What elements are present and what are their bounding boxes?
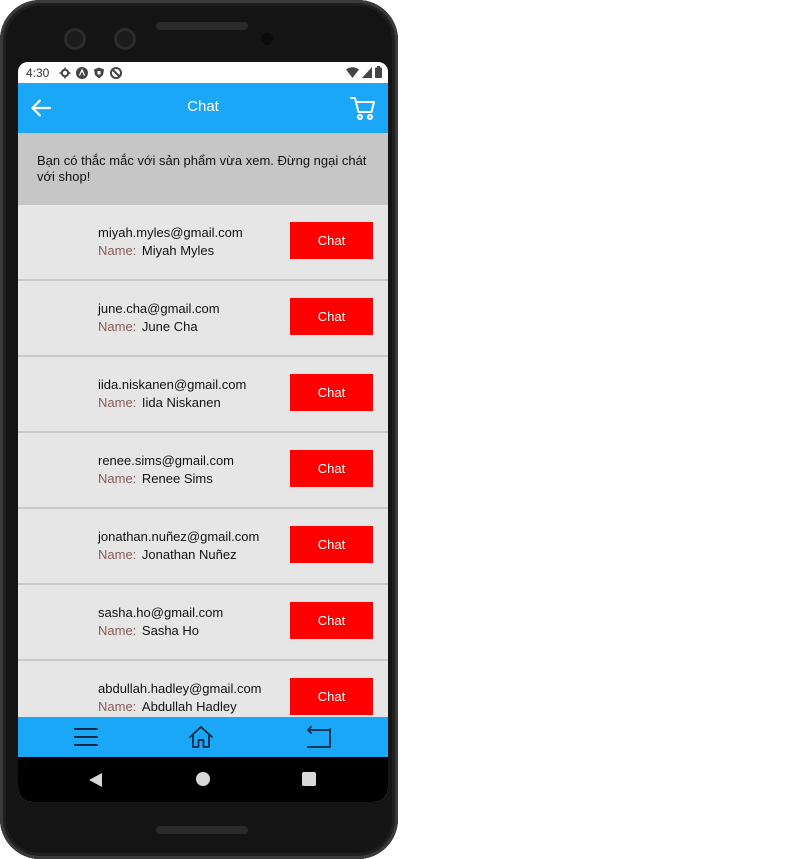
chat-button[interactable]: Chat <box>290 602 373 639</box>
notification-blocked-icon <box>110 66 123 79</box>
contact-name: Miyah Myles <box>141 243 215 258</box>
list-item: abdullah.hadley@gmail.com Name: Abdullah… <box>18 661 388 717</box>
wifi-icon <box>346 66 359 78</box>
name-label: Name: <box>98 471 137 486</box>
status-bar: 4:30 <box>18 62 388 83</box>
contact-email: iida.niskanen@gmail.com <box>98 377 247 392</box>
phone-frame: 4:30 Chat Bạn có thắc mắc với sản phẩm v… <box>0 0 398 859</box>
status-time: 4:30 <box>26 65 50 80</box>
contact-email: renee.sims@gmail.com <box>98 453 235 468</box>
contact-name: Renee Sims <box>141 471 213 486</box>
notification-shield-icon <box>94 67 105 78</box>
nav-home-icon[interactable] <box>196 772 210 786</box>
home-icon[interactable] <box>188 725 214 749</box>
app-bar: Chat <box>18 83 388 133</box>
menu-icon[interactable] <box>73 725 99 749</box>
battery-icon <box>375 66 382 78</box>
page-title: Chat <box>187 98 219 115</box>
contact-name-line: Name: Miyah Myles <box>98 243 214 258</box>
contact-name: Sasha Ho <box>141 623 200 638</box>
contact-name: Abdullah Hadley <box>141 699 237 714</box>
name-label: Name: <box>98 623 137 638</box>
contact-email: miyah.myles@gmail.com <box>98 225 243 240</box>
list-item: miyah.myles@gmail.com Name: Miyah Myles … <box>18 205 388 281</box>
nav-back-icon[interactable] <box>88 772 103 788</box>
name-label: Name: <box>98 699 137 714</box>
list-item: iida.niskanen@gmail.com Name: Iida Niska… <box>18 357 388 433</box>
chat-button[interactable]: Chat <box>290 298 373 335</box>
list-item: june.cha@gmail.com Name: June Cha Chat <box>18 281 388 357</box>
info-banner: Bạn có thắc mắc với sản phẩm vừa xem. Đừ… <box>18 133 388 205</box>
front-sensor <box>64 28 86 50</box>
contact-name-line: Name: Sasha Ho <box>98 623 199 638</box>
chat-button[interactable]: Chat <box>290 678 373 715</box>
chat-button[interactable]: Chat <box>290 222 373 259</box>
name-label: Name: <box>98 547 137 562</box>
contact-email: abdullah.hadley@gmail.com <box>98 681 262 696</box>
contact-name-line: Name: Jonathan Nuñez <box>98 547 237 562</box>
contact-email: jonathan.nuñez@gmail.com <box>98 529 260 544</box>
settings-icon <box>59 67 71 78</box>
top-speaker <box>156 22 248 30</box>
chat-button[interactable]: Chat <box>290 526 373 563</box>
bottom-speaker <box>156 826 248 834</box>
contact-name: Jonathan Nuñez <box>141 547 237 562</box>
contact-name-line: Name: Iida Niskanen <box>98 395 221 410</box>
contact-name: June Cha <box>141 319 198 334</box>
proximity-sensor <box>261 33 273 45</box>
contact-name-line: Name: Abdullah Hadley <box>98 699 237 714</box>
contact-email: sasha.ho@gmail.com <box>98 605 224 620</box>
contact-list: miyah.myles@gmail.com Name: Miyah Myles … <box>18 205 388 717</box>
status-right-icons <box>346 66 382 78</box>
list-item: sasha.ho@gmail.com Name: Sasha Ho Chat <box>18 585 388 661</box>
system-nav-bar <box>18 757 388 802</box>
bottom-nav-bar <box>18 717 388 757</box>
return-icon[interactable] <box>306 725 332 749</box>
chat-button[interactable]: Chat <box>290 374 373 411</box>
nav-recent-apps-icon[interactable] <box>302 772 316 786</box>
cart-icon[interactable] <box>350 95 376 121</box>
screen: 4:30 Chat Bạn có thắc mắc với sản phẩm v… <box>18 62 388 802</box>
list-item: jonathan.nuñez@gmail.com Name: Jonathan … <box>18 509 388 585</box>
name-label: Name: <box>98 319 137 334</box>
name-label: Name: <box>98 243 137 258</box>
contact-email: june.cha@gmail.com <box>98 301 220 316</box>
contact-name-line: Name: Renee Sims <box>98 471 213 486</box>
front-camera <box>114 28 136 50</box>
signal-icon <box>362 66 372 78</box>
notification-a-icon <box>76 66 89 79</box>
list-item: renee.sims@gmail.com Name: Renee Sims Ch… <box>18 433 388 509</box>
chat-button[interactable]: Chat <box>290 450 373 487</box>
contact-name: Iida Niskanen <box>141 395 221 410</box>
contact-name-line: Name: June Cha <box>98 319 198 334</box>
name-label: Name: <box>98 395 137 410</box>
